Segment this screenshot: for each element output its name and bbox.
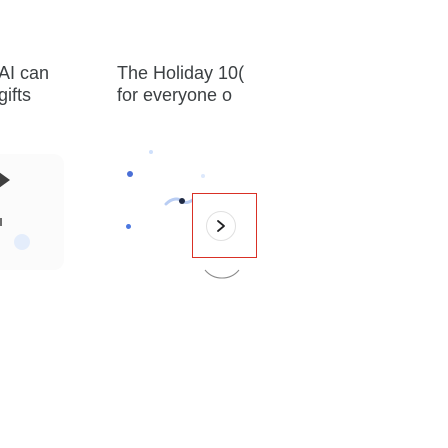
decorative-dot [127,171,133,177]
decorative-dot [126,224,131,229]
card-title-line-2: for everyone o [117,85,233,105]
decorative-mark [0,218,2,226]
carousel-viewport: AI can gifts The Holiday 10( for everyon… [0,0,448,448]
card-title-holiday[interactable]: The Holiday 10( for everyone o [117,62,244,106]
decorative-dot [14,234,30,250]
card-title-line-2: gifts [0,85,32,105]
chevron-right-icon [0,172,10,188]
card-title-ai-gifts[interactable]: AI can gifts [0,62,49,106]
carousel-next-button[interactable] [206,211,236,241]
decorative-dot [149,150,153,154]
decorative-dot [201,174,205,178]
card-title-line-1: AI can [0,63,50,83]
card-title-line-1: The Holiday 10( [117,63,245,83]
chevron-right-icon [217,220,225,232]
